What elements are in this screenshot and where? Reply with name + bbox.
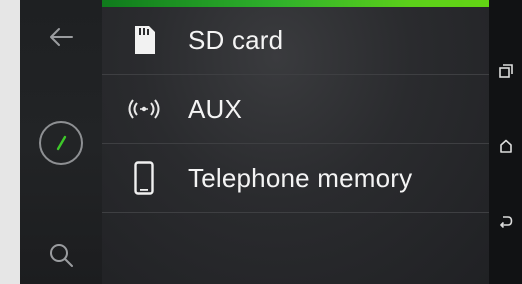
search-icon[interactable] xyxy=(20,240,102,270)
smartphone-icon xyxy=(114,158,174,198)
item-label: SD card xyxy=(188,24,284,55)
item-label: Telephone memory xyxy=(188,162,413,193)
item-label: AUX xyxy=(188,93,243,124)
list-item-telephone-memory[interactable]: Telephone memory xyxy=(102,144,489,213)
left-rail xyxy=(20,0,102,284)
home-icon[interactable] xyxy=(489,131,522,161)
source-list: SD card AUX Telephone memory xyxy=(102,0,489,284)
sd-card-icon xyxy=(114,20,174,60)
clock-icon[interactable] xyxy=(20,118,102,168)
list-item-sd-card[interactable]: SD card xyxy=(102,6,489,75)
recent-apps-icon[interactable] xyxy=(489,56,522,86)
arrow-left-icon[interactable] xyxy=(20,22,102,52)
system-nav-bar xyxy=(489,0,522,284)
infotainment-screen: SD card AUX Telephone memory xyxy=(20,0,522,284)
list-item-aux[interactable]: AUX xyxy=(102,75,489,144)
aux-signal-icon xyxy=(114,89,174,129)
back-arrow-icon[interactable] xyxy=(489,206,522,236)
